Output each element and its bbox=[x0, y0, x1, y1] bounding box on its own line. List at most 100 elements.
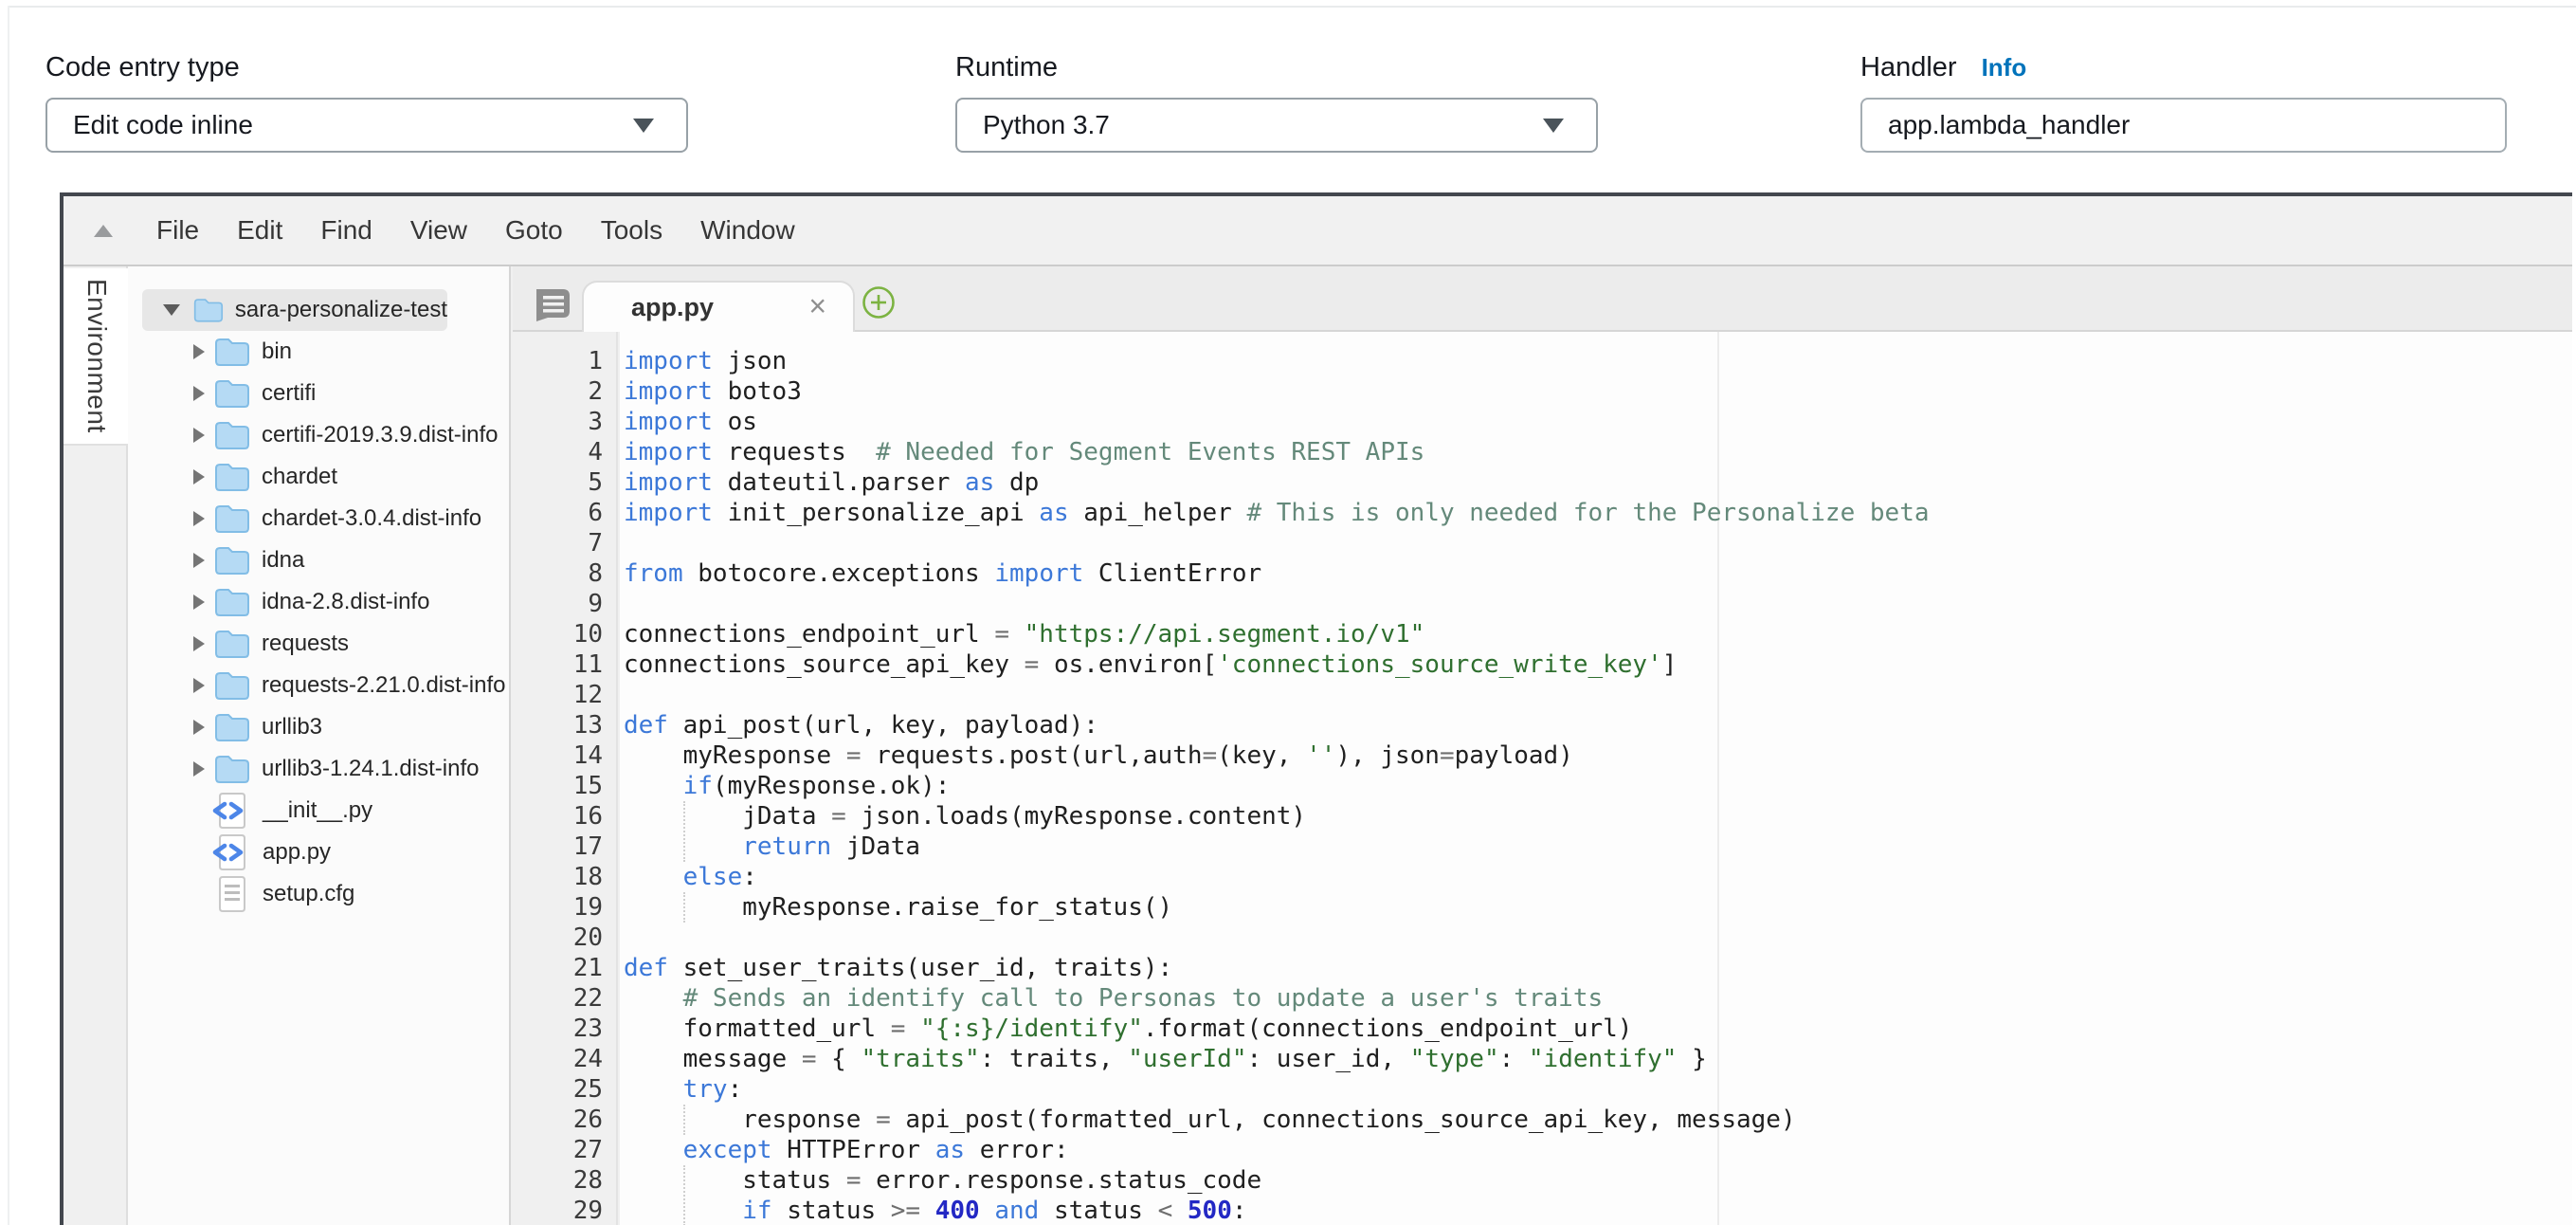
folder-icon bbox=[214, 587, 250, 617]
tree-item-label: chardet-3.0.4.dist-info bbox=[262, 505, 481, 532]
menu-edit[interactable]: Edit bbox=[237, 215, 282, 246]
close-icon[interactable]: × bbox=[808, 291, 826, 321]
code-line: import boto3 bbox=[620, 376, 2572, 407]
environment-tab[interactable]: Environment bbox=[63, 268, 130, 446]
tree-row-certifi[interactable]: certifi bbox=[128, 373, 509, 414]
chevron-collapsed-icon[interactable] bbox=[193, 428, 205, 443]
folder-icon bbox=[214, 754, 250, 784]
code-line: else: bbox=[620, 862, 2572, 892]
tab-label: app.py bbox=[631, 293, 714, 322]
tree-row-sara-personalize-test[interactable]: sara-personalize-test bbox=[142, 289, 447, 331]
code-entry-type-select[interactable]: Edit code inline bbox=[45, 98, 688, 153]
menu-window[interactable]: Window bbox=[700, 215, 795, 246]
code-line: import requests # Needed for Segment Eve… bbox=[620, 437, 2572, 467]
chevron-collapsed-icon[interactable] bbox=[193, 594, 205, 610]
folder-icon bbox=[214, 545, 250, 576]
page-top-divider bbox=[8, 6, 2576, 8]
chevron-collapsed-icon[interactable] bbox=[193, 678, 205, 693]
chevron-collapsed-icon[interactable] bbox=[193, 386, 205, 401]
chevron-collapsed-icon[interactable] bbox=[193, 636, 205, 651]
line-number: 19 bbox=[513, 892, 616, 923]
menu-tools[interactable]: Tools bbox=[601, 215, 662, 246]
python-file-icon bbox=[211, 833, 251, 871]
line-number: 12 bbox=[513, 680, 616, 710]
line-number: 16 bbox=[513, 801, 616, 832]
handler-field: Handler Info bbox=[1860, 52, 2507, 153]
chevron-collapsed-icon[interactable] bbox=[193, 511, 205, 526]
config-file-icon bbox=[211, 875, 251, 913]
tree-row-urllib3[interactable]: urllib3 bbox=[128, 706, 509, 748]
tree-item-label: setup.cfg bbox=[263, 881, 354, 907]
folder-icon bbox=[214, 670, 250, 701]
folder-icon bbox=[214, 420, 250, 450]
code-line: def api_post(url, key, payload): bbox=[620, 710, 2572, 740]
line-number: 3 bbox=[513, 407, 616, 437]
code-line: formatted_url = "{:s}/identify".format(c… bbox=[620, 1014, 2572, 1044]
tree-row-requests-2-21-0-dist-info[interactable]: requests-2.21.0.dist-info bbox=[128, 665, 509, 706]
cloud9-editor-window: File Edit Find View Goto Tools Window Environm… bbox=[60, 192, 2572, 1225]
tree-row-setup-cfg[interactable]: setup.cfg bbox=[128, 873, 509, 915]
menu-items: File Edit Find View Goto Tools Window bbox=[156, 215, 795, 246]
code-line: def set_user_traits(user_id, traits): bbox=[620, 953, 2572, 983]
line-number: 1 bbox=[513, 346, 616, 376]
line-number: 26 bbox=[513, 1105, 616, 1135]
tree-item-label: certifi bbox=[262, 380, 316, 407]
chevron-expanded-icon[interactable] bbox=[163, 304, 180, 316]
code-line: import dateutil.parser as dp bbox=[620, 467, 2572, 498]
line-number: 20 bbox=[513, 923, 616, 953]
tree-row-urllib3-1-24-1-dist-info[interactable]: urllib3-1.24.1.dist-info bbox=[128, 748, 509, 790]
tree-row-requests[interactable]: requests bbox=[128, 623, 509, 665]
tree-row-bin[interactable]: bin bbox=[128, 331, 509, 373]
chevron-collapsed-icon[interactable] bbox=[193, 720, 205, 735]
line-number: 7 bbox=[513, 528, 616, 558]
tree-item-label: app.py bbox=[263, 839, 331, 866]
code-editor[interactable]: 1234567891011121314151617181920212223242… bbox=[513, 332, 2572, 1225]
code-line: myResponse = requests.post(url,auth=(key… bbox=[620, 740, 2572, 771]
folder-icon bbox=[214, 462, 250, 492]
code-line: message = { "traits": traits, "userId": … bbox=[620, 1044, 2572, 1074]
tab-app-py[interactable]: app.py × bbox=[582, 281, 855, 332]
code-content[interactable]: import jsonimport boto3import osimport r… bbox=[620, 332, 2572, 1225]
tree-row-certifi-2019-3-9-dist-info[interactable]: certifi-2019.3.9.dist-info bbox=[128, 414, 509, 456]
line-number: 8 bbox=[513, 558, 616, 589]
tree-item-label: requests bbox=[262, 631, 349, 657]
line-number: 13 bbox=[513, 710, 616, 740]
tree-row-chardet[interactable]: chardet bbox=[128, 456, 509, 498]
tree-row-idna-2-8-dist-info[interactable]: idna-2.8.dist-info bbox=[128, 581, 509, 623]
line-number: 23 bbox=[513, 1014, 616, 1044]
tree-row-idna[interactable]: idna bbox=[128, 539, 509, 581]
chevron-collapsed-icon[interactable] bbox=[193, 469, 205, 485]
line-number: 6 bbox=[513, 498, 616, 528]
tree-item-label: requests-2.21.0.dist-info bbox=[262, 672, 505, 699]
tree-row-chardet-3-0-4-dist-info[interactable]: chardet-3.0.4.dist-info bbox=[128, 498, 509, 539]
chevron-collapsed-icon[interactable] bbox=[193, 344, 205, 359]
runtime-select[interactable]: Python 3.7 bbox=[955, 98, 1598, 153]
runtime-value: Python 3.7 bbox=[983, 110, 1110, 140]
code-line bbox=[620, 923, 2572, 953]
chevron-collapsed-icon[interactable] bbox=[193, 553, 205, 568]
environment-tab-label: Environment bbox=[82, 279, 112, 433]
collapse-panel-icon[interactable] bbox=[94, 225, 113, 237]
line-number: 2 bbox=[513, 376, 616, 407]
line-number: 27 bbox=[513, 1135, 616, 1165]
handler-input[interactable] bbox=[1860, 98, 2507, 153]
tree-row-app-py[interactable]: app.py bbox=[128, 832, 509, 873]
editor-body: Environment sara-personalize-testbin cert… bbox=[63, 266, 2572, 1225]
code-line: if(myResponse.ok): bbox=[620, 771, 2572, 801]
line-number: 18 bbox=[513, 862, 616, 892]
chevron-collapsed-icon[interactable] bbox=[193, 761, 205, 777]
line-number: 28 bbox=[513, 1165, 616, 1196]
plus-circle-icon[interactable] bbox=[862, 285, 896, 320]
editor-pane: app.py × 1234567891011121314151617181920… bbox=[513, 266, 2572, 1225]
tree-item-label: urllib3 bbox=[262, 714, 322, 740]
tab-list-icon[interactable] bbox=[529, 287, 571, 323]
line-number: 21 bbox=[513, 953, 616, 983]
menu-find[interactable]: Find bbox=[320, 215, 372, 246]
menu-file[interactable]: File bbox=[156, 215, 199, 246]
menu-view[interactable]: View bbox=[410, 215, 467, 246]
line-number: 9 bbox=[513, 589, 616, 619]
handler-info-link[interactable]: Info bbox=[1982, 53, 2027, 82]
line-number-gutter: 1234567891011121314151617181920212223242… bbox=[513, 332, 618, 1225]
tree-row-init-py[interactable]: __init__.py bbox=[128, 790, 509, 832]
menu-goto[interactable]: Goto bbox=[505, 215, 563, 246]
